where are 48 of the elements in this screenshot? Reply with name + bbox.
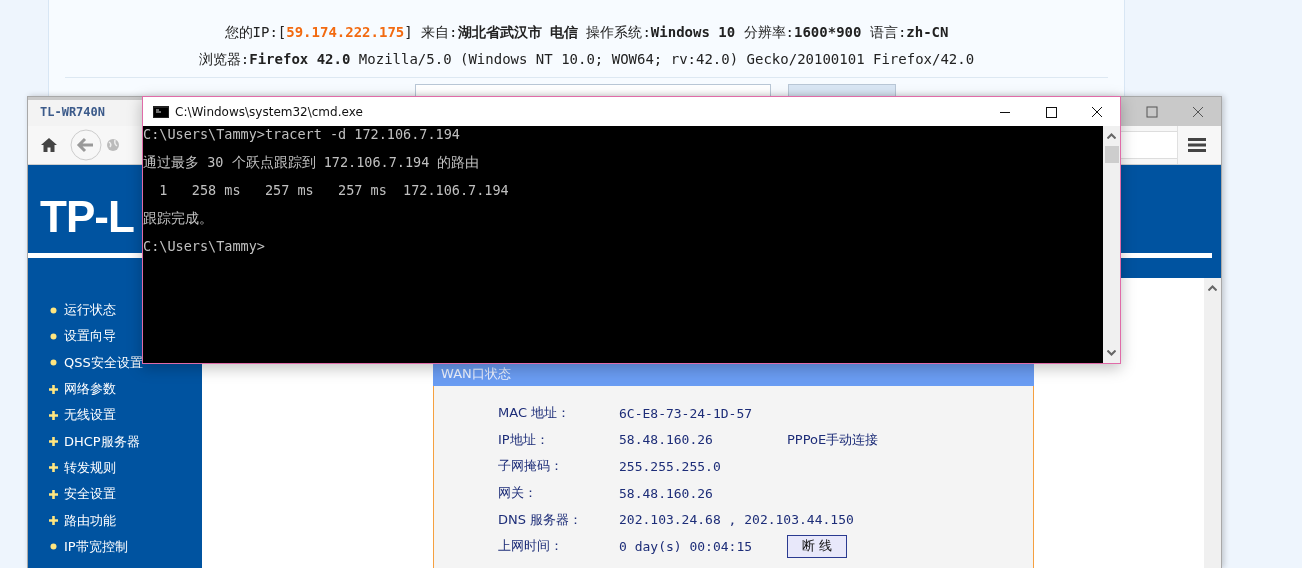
menu-item[interactable]: 路由功能 <box>64 511 116 530</box>
menu-item[interactable]: 转发规则 <box>64 458 116 477</box>
console-line: C:\Users\Tammy>tracert -d 172.106.7.194 <box>143 126 461 142</box>
scrollbar[interactable] <box>1103 126 1120 363</box>
terminal-icon <box>153 105 169 118</box>
menu-item[interactable]: 运行状态 <box>64 301 116 320</box>
menu-item[interactable]: 网络参数 <box>64 380 116 399</box>
scroll-thumb[interactable] <box>1104 146 1119 163</box>
scroll-down-icon[interactable] <box>1107 350 1116 356</box>
menu-item[interactable]: 无线设置 <box>64 406 116 425</box>
menu-item[interactable]: DHCP服务器 <box>64 432 140 451</box>
console-line: 通过最多 30 个跃点跟踪到 172.106.7.194 的路由 <box>143 154 481 170</box>
field-label: DNS 服务器： <box>498 510 584 529</box>
field-label: 子网掩码： <box>498 457 564 476</box>
field-value: 202.103.24.68 , 202.103.44.150 <box>619 512 854 528</box>
home-icon[interactable] <box>40 137 58 153</box>
scrollbar[interactable] <box>1204 278 1221 568</box>
field-label: 上网时间： <box>498 537 564 556</box>
field-label: MAC 地址： <box>498 404 572 423</box>
field-label: IP地址： <box>498 430 550 449</box>
scroll-up-icon[interactable] <box>1107 133 1116 139</box>
console-line: 1 258 ms 257 ms 257 ms 172.106.7.194 <box>158 182 510 198</box>
menu-item[interactable]: IP带宽控制 <box>64 537 128 556</box>
search-field[interactable] <box>1120 131 1177 159</box>
menu-item[interactable]: QSS安全设置 <box>64 353 143 372</box>
input-field[interactable] <box>415 84 771 96</box>
menu-item[interactable]: 安全设置 <box>64 485 116 504</box>
info-text: 浏览器:Firefox 42.0 Mozilla/5.0 (Windows NT 10.0; WOW64; rv:42.0) Gecko/20100101 Firefox/42.0 <box>197 50 976 69</box>
console-line: C:\Users\Tammy> <box>143 238 266 254</box>
scroll-up-icon[interactable] <box>1208 285 1217 291</box>
disconnect-button[interactable]: 断 线 <box>787 534 847 558</box>
field-value: 255.255.255.0 <box>619 459 722 474</box>
menu-item[interactable]: 设置向导 <box>64 327 116 346</box>
info-text: 您的IP:[59.174.222.175] 来自:湖北省武汉市 电信 操作系统:Windows 10 分辨率:1600*900 语言:zh-CN <box>223 23 950 42</box>
field-value: 58.48.160.26 <box>619 485 714 501</box>
panel-title: WAN口状态 <box>433 362 1034 386</box>
field-label: 网关： <box>498 484 538 503</box>
field-value: 6C-E8-73-24-1D-57 <box>619 405 754 421</box>
field-value: 58.48.160.26 <box>619 432 714 448</box>
window-title: C:\Windows\system32\cmd.exe <box>175 104 363 119</box>
logo-text: TP-L <box>40 192 134 242</box>
menu-icon[interactable] <box>1188 138 1206 152</box>
console-line: 跟踪完成。 <box>143 210 214 226</box>
field-value: 0 day(s) 00:04:15 <box>619 538 754 554</box>
field-value: PPPoE手动连接 <box>787 430 879 449</box>
globe-icon <box>106 138 120 152</box>
browser-tab[interactable]: TL-WR740N <box>28 100 142 126</box>
back-icon[interactable] <box>70 129 102 161</box>
